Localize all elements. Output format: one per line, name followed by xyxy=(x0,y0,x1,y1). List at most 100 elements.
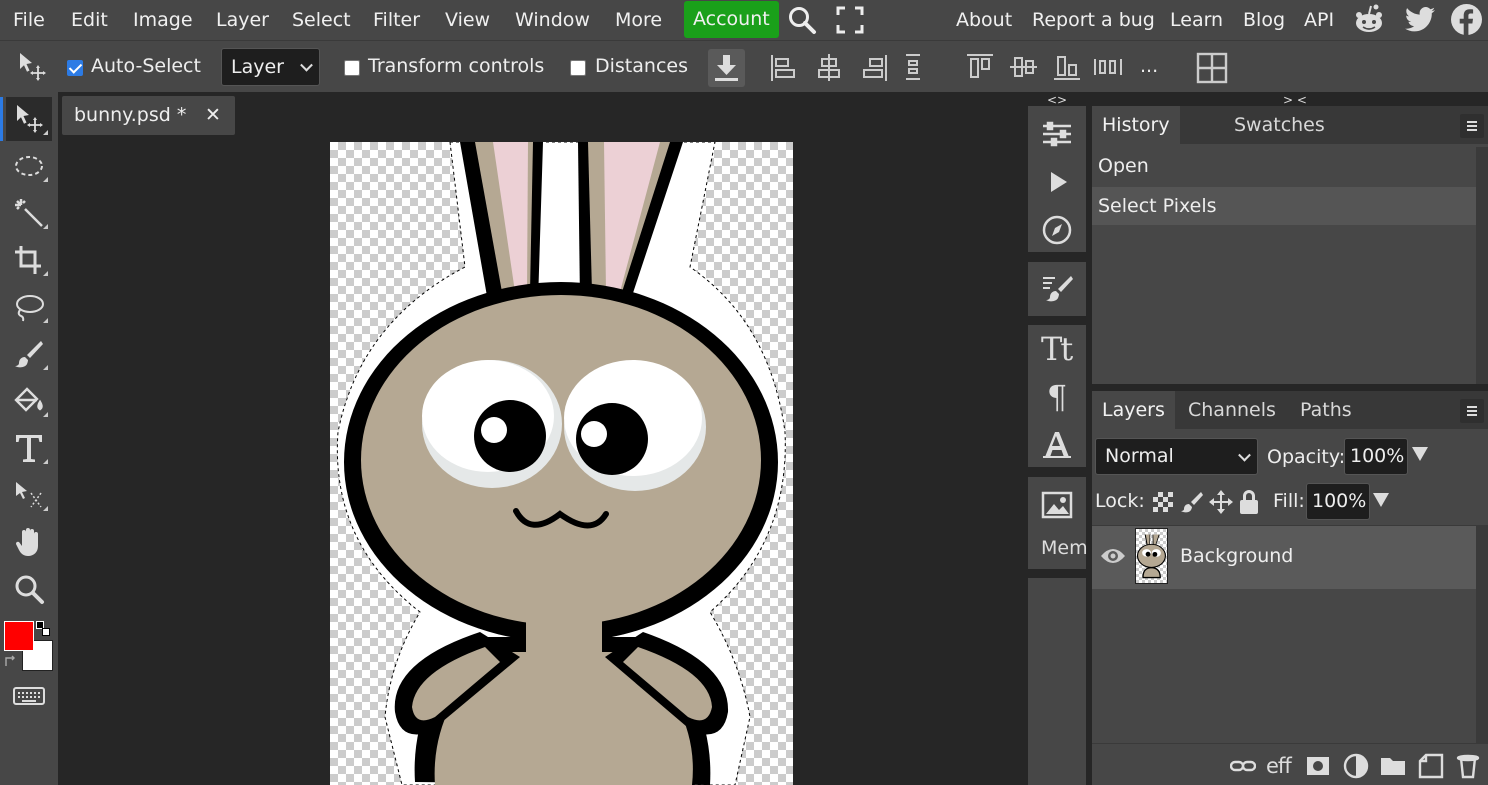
link-report-bug[interactable]: Report a bug xyxy=(1023,0,1164,40)
menu-filter[interactable]: Filter xyxy=(364,0,429,40)
menu-layer[interactable]: Layer xyxy=(207,0,278,40)
collapse-panels-button[interactable]: > < xyxy=(1283,93,1307,107)
marquee-tool[interactable] xyxy=(6,144,52,188)
play-actions-icon[interactable] xyxy=(1041,166,1073,198)
new-layer-icon[interactable] xyxy=(1418,753,1444,779)
align-center-h-icon[interactable] xyxy=(813,51,845,83)
history-scrollbar[interactable] xyxy=(1476,147,1488,384)
layers-scrollbar[interactable] xyxy=(1476,525,1488,743)
folder-icon[interactable] xyxy=(1380,753,1406,779)
lock-all-icon[interactable] xyxy=(1238,489,1260,515)
navigator-icon[interactable] xyxy=(1041,214,1073,246)
fill-input[interactable]: 100% xyxy=(1306,483,1370,520)
eye-icon[interactable] xyxy=(1100,546,1126,566)
history-panel: History Swatches Open Select Pixels xyxy=(1092,106,1488,384)
memory-label[interactable]: Mem xyxy=(1041,537,1088,559)
more-align-button[interactable]: ... xyxy=(1140,55,1158,77)
reddit-icon[interactable] xyxy=(1352,3,1386,37)
default-colors-bg-icon xyxy=(42,628,50,636)
type-tool[interactable] xyxy=(6,426,52,470)
search-icon[interactable] xyxy=(786,4,818,36)
menu-window[interactable]: Window xyxy=(506,0,599,40)
menu-edit[interactable]: Edit xyxy=(62,0,117,40)
character-icon[interactable]: Tt xyxy=(1041,333,1073,365)
link-api[interactable]: API xyxy=(1295,0,1343,40)
brush-tool[interactable] xyxy=(6,332,52,376)
layers-menu-icon[interactable] xyxy=(1460,399,1484,423)
lock-label: Lock: xyxy=(1095,490,1145,512)
align-left-icon[interactable] xyxy=(768,51,800,83)
history-entry-current[interactable]: Select Pixels xyxy=(1092,187,1476,225)
link-about[interactable]: About xyxy=(947,0,1021,40)
menu-more[interactable]: More xyxy=(606,0,671,40)
hand-tool[interactable] xyxy=(6,520,52,564)
paint-bucket-tool[interactable] xyxy=(6,379,52,423)
tab-paths[interactable]: Paths xyxy=(1290,391,1362,429)
hand-icon xyxy=(15,528,38,556)
layers-panel-header: Layers Channels Paths xyxy=(1092,391,1488,429)
align-right-icon[interactable] xyxy=(858,51,890,83)
account-button[interactable]: Account xyxy=(684,1,779,38)
blend-mode-select[interactable]: Normal xyxy=(1095,438,1258,475)
zoom-tool[interactable] xyxy=(6,567,52,611)
facebook-icon[interactable] xyxy=(1450,3,1483,36)
collapse-icons-button[interactable]: <> xyxy=(1047,93,1067,107)
trash-icon[interactable] xyxy=(1455,753,1481,779)
adjustment-icon[interactable] xyxy=(1343,753,1369,779)
transform-controls-checkbox[interactable] xyxy=(344,60,360,76)
opacity-dropdown-icon[interactable] xyxy=(1412,447,1428,461)
align-middle-v-icon[interactable] xyxy=(1007,51,1039,83)
chevron-down-icon xyxy=(300,58,313,72)
layer-select[interactable]: Layer xyxy=(221,48,320,86)
fill-dropdown-icon[interactable] xyxy=(1373,493,1389,507)
tab-history[interactable]: History xyxy=(1092,106,1180,144)
keyboard-icon[interactable] xyxy=(13,686,45,706)
align-bottom-icon[interactable] xyxy=(1050,51,1082,83)
tab-channels[interactable]: Channels xyxy=(1178,391,1286,429)
foreground-color-swatch-front[interactable] xyxy=(4,621,34,651)
swap-colors-icon[interactable] xyxy=(4,653,18,667)
distribute-v-icon[interactable] xyxy=(898,51,930,83)
lock-position-icon[interactable] xyxy=(1209,490,1233,514)
align-top-icon[interactable] xyxy=(963,51,995,83)
magic-wand-tool[interactable] xyxy=(6,191,52,235)
layer-row-background[interactable]: Background xyxy=(1092,526,1476,589)
layer-name[interactable]: Background xyxy=(1180,545,1293,567)
lasso-tool[interactable] xyxy=(6,285,52,329)
lock-pixels-icon[interactable] xyxy=(1181,490,1203,514)
download-button[interactable] xyxy=(708,49,745,87)
lock-transparency-icon[interactable] xyxy=(1152,491,1174,513)
twitter-icon[interactable] xyxy=(1403,4,1437,36)
close-icon[interactable]: ✕ xyxy=(205,104,221,126)
paragraph-icon[interactable]: ¶ xyxy=(1041,381,1073,413)
menu-image[interactable]: Image xyxy=(124,0,202,40)
brush-settings-icon[interactable] xyxy=(1041,273,1073,305)
move-tool[interactable] xyxy=(0,97,52,141)
glyphs-icon[interactable] xyxy=(1041,429,1073,461)
opacity-input[interactable]: 100% xyxy=(1344,438,1408,475)
image-library-icon[interactable] xyxy=(1041,489,1073,521)
menu-file[interactable]: File xyxy=(4,0,54,40)
history-menu-icon[interactable] xyxy=(1460,114,1484,138)
zoom-icon xyxy=(15,575,44,604)
link-icon[interactable] xyxy=(1229,753,1257,779)
tab-layers[interactable]: Layers xyxy=(1092,391,1175,429)
crop-tool[interactable] xyxy=(6,238,52,282)
fullscreen-icon[interactable] xyxy=(836,6,864,34)
history-entry[interactable]: Open xyxy=(1092,147,1476,185)
link-learn[interactable]: Learn xyxy=(1161,0,1232,40)
menu-view[interactable]: View xyxy=(436,0,499,40)
link-blog[interactable]: Blog xyxy=(1234,0,1294,40)
grid-icon[interactable] xyxy=(1195,51,1229,85)
menu-select[interactable]: Select xyxy=(283,0,360,40)
distribute-h-icon[interactable] xyxy=(1092,51,1124,83)
tab-swatches[interactable]: Swatches xyxy=(1224,106,1335,144)
document-tab[interactable]: bunny.psd * ✕ xyxy=(62,96,235,135)
path-select-tool[interactable] xyxy=(6,473,52,517)
mask-icon[interactable] xyxy=(1305,753,1331,779)
effects-icon[interactable]: eff xyxy=(1266,753,1292,779)
auto-select-checkbox[interactable] xyxy=(67,60,83,76)
distances-checkbox[interactable] xyxy=(570,60,586,76)
adjustments-icon[interactable] xyxy=(1041,118,1073,150)
document-canvas[interactable] xyxy=(330,142,793,785)
